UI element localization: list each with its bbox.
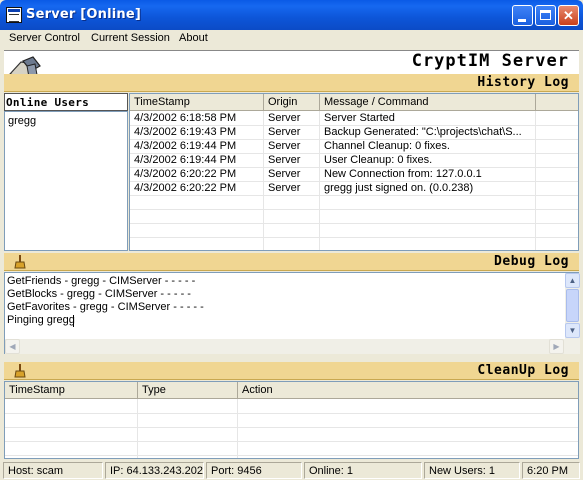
maximize-button[interactable] <box>535 5 556 26</box>
column-header-timestamp[interactable]: TimeStamp <box>5 382 138 399</box>
history-cell-timestamp[interactable]: 4/3/2002 6:19:44 PM <box>130 139 264 153</box>
history-cell-message[interactable]: Server Started <box>320 111 536 125</box>
history-cell-timestamp[interactable]: 4/3/2002 6:18:58 PM <box>130 111 264 125</box>
scroll-left-button[interactable]: ◀ <box>5 339 20 354</box>
close-button[interactable]: ✕ <box>558 5 579 26</box>
history-log-band: History Log <box>4 74 579 92</box>
cleanup-log-table[interactable]: TimeStamp Type Action <box>4 381 579 459</box>
status-time: 6:20 PM <box>522 462 580 479</box>
status-host: Host: scam <box>3 462 103 479</box>
status-online: Online: 1 <box>304 462 422 479</box>
cleanup-log-band: CleanUp Log <box>4 362 579 380</box>
scroll-right-button[interactable]: ▶ <box>549 339 564 354</box>
history-log-label: History Log <box>477 75 569 90</box>
history-cell-origin[interactable]: Server <box>264 139 320 153</box>
status-port: Port: 9456 <box>206 462 302 479</box>
history-cell-message[interactable]: gregg just signed on. (0.0.238) <box>320 181 536 195</box>
debug-line: Pinging gregg <box>7 314 75 326</box>
column-header-type[interactable]: Type <box>138 382 238 399</box>
online-users-header: Online Users <box>4 93 128 111</box>
status-ip: IP: 64.133.243.202 <box>105 462 204 479</box>
broom-icon <box>14 364 26 378</box>
history-cell-origin[interactable]: Server <box>264 111 320 125</box>
scroll-down-button[interactable]: ▼ <box>565 323 580 338</box>
horizontal-scrollbar[interactable]: ◀ ▶ <box>5 339 580 354</box>
debug-log-textarea[interactable]: GetFriends - gregg - CIMServer - - - - -… <box>4 272 580 354</box>
maximize-icon <box>540 10 551 20</box>
column-header-timestamp[interactable]: TimeStamp <box>130 94 264 111</box>
title-bar[interactable]: Server [Online] ✕ <box>0 0 583 30</box>
column-header-message[interactable]: Message / Command <box>320 94 536 111</box>
history-cell-origin[interactable]: Server <box>264 181 320 195</box>
debug-line: GetBlocks - gregg - CIMServer - - - - - <box>7 288 191 300</box>
history-cell-message[interactable]: Channel Cleanup: 0 fixes. <box>320 139 536 153</box>
history-cell-message[interactable]: Backup Generated: "C:\projects\chat\S... <box>320 125 536 139</box>
column-header-action[interactable]: Action <box>238 382 578 399</box>
broom-icon <box>14 255 26 269</box>
text-caret <box>73 315 74 327</box>
status-bar: Host: scam IP: 64.133.243.202 Port: 9456… <box>0 461 583 480</box>
history-log-table[interactable]: TimeStamp Origin Message / Command 4/3/2… <box>129 93 579 251</box>
minimize-icon <box>518 19 526 22</box>
history-cell-timestamp[interactable]: 4/3/2002 6:19:43 PM <box>130 125 264 139</box>
history-cell-origin[interactable]: Server <box>264 167 320 181</box>
scroll-thumb[interactable] <box>566 289 579 322</box>
minimize-button[interactable] <box>512 5 533 26</box>
window-title: Server [Online] <box>26 7 141 22</box>
history-cell-timestamp[interactable]: 4/3/2002 6:19:44 PM <box>130 153 264 167</box>
debug-log-label: Debug Log <box>494 254 569 269</box>
close-icon: ✕ <box>563 8 574 23</box>
online-user-item[interactable]: gregg <box>8 115 36 127</box>
debug-log-band: Debug Log <box>4 253 579 271</box>
history-cell-message[interactable]: New Connection from: 127.0.0.1 <box>320 167 536 181</box>
online-users-list[interactable]: gregg <box>4 111 128 251</box>
menu-bar: Server Control Current Session About <box>0 30 583 48</box>
cleanup-log-label: CleanUp Log <box>477 363 569 378</box>
status-new-users: New Users: 1 <box>424 462 520 479</box>
app-icon[interactable] <box>6 7 22 23</box>
debug-line: GetFavorites - gregg - CIMServer - - - -… <box>7 301 204 313</box>
history-cell-origin[interactable]: Server <box>264 153 320 167</box>
history-cell-timestamp[interactable]: 4/3/2002 6:20:22 PM <box>130 167 264 181</box>
app-title: CryptIM Server <box>411 51 569 71</box>
history-cell-message[interactable]: User Cleanup: 0 fixes. <box>320 153 536 167</box>
debug-line: GetFriends - gregg - CIMServer - - - - - <box>7 275 196 287</box>
menu-current-session[interactable]: Current Session <box>91 32 170 44</box>
column-header-filler <box>536 94 578 111</box>
scroll-up-button[interactable]: ▲ <box>565 273 580 288</box>
menu-server-control[interactable]: Server Control <box>9 32 80 44</box>
column-header-origin[interactable]: Origin <box>264 94 320 111</box>
history-cell-origin[interactable]: Server <box>264 125 320 139</box>
menu-about[interactable]: About <box>179 32 208 44</box>
vertical-scrollbar[interactable]: ▲ ▼ <box>565 273 580 339</box>
history-cell-timestamp[interactable]: 4/3/2002 6:20:22 PM <box>130 181 264 195</box>
